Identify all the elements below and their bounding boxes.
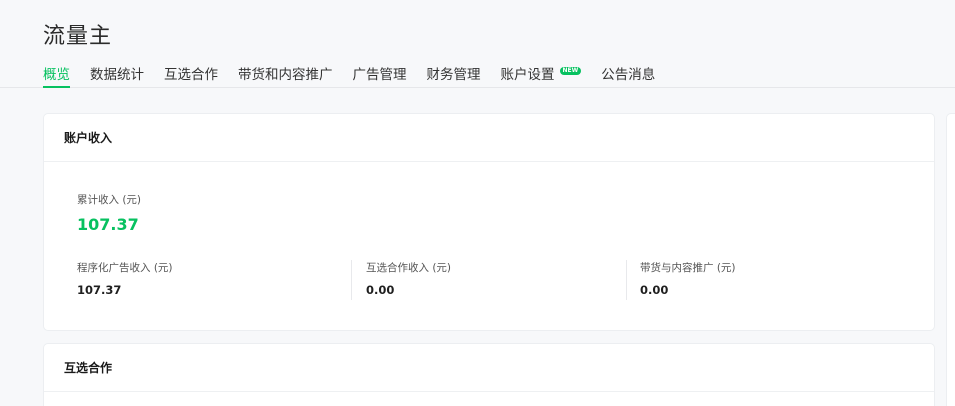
mutual-selection-card: 互选合作: [44, 344, 934, 406]
tab-label: 账户设置: [500, 67, 555, 83]
account-income-card: 账户收入 累计收入 (元) 107.37 程序化广告收入 (元) 107.37 …: [44, 114, 934, 330]
tab-finance[interactable]: 财务管理: [427, 63, 481, 88]
programmatic-ad-income: 程序化广告收入 (元) 107.37: [77, 260, 173, 300]
tab-label: 广告管理: [352, 67, 407, 83]
mutual-selection-income: 互选合作收入 (元) 0.00: [366, 260, 451, 300]
tab-label: 财务管理: [426, 67, 481, 83]
side-card: [947, 114, 955, 406]
tab-statistics[interactable]: 数据统计: [90, 63, 144, 88]
total-income-value: 107.37: [77, 215, 139, 234]
top-bar: 流量主 概览 数据统计 互选合作 带货和内容推广 广告管理 财务管理 账户设置 …: [0, 0, 955, 88]
income-label: 带货与内容推广 (元): [640, 262, 736, 274]
tab-label: 公告消息: [601, 67, 656, 83]
app-title: 流量主: [43, 24, 113, 49]
card-title: 账户收入: [44, 114, 934, 162]
tab-account-settings[interactable]: 账户设置 NEW: [501, 63, 582, 88]
divider: [626, 260, 627, 300]
tab-label: 互选合作: [164, 67, 218, 83]
tab-label: 数据统计: [90, 67, 144, 83]
tab-mutual-selection[interactable]: 互选合作: [164, 63, 218, 88]
total-income-label: 累计收入 (元): [77, 194, 142, 206]
main-tabs: 概览 数据统计 互选合作 带货和内容推广 广告管理 财务管理 账户设置 NEW …: [43, 63, 675, 88]
tab-commerce-promotion[interactable]: 带货和内容推广: [238, 63, 333, 88]
new-badge: NEW: [559, 67, 582, 75]
card-title: 互选合作: [44, 344, 934, 392]
tab-label: 带货和内容推广: [238, 67, 333, 83]
commerce-promotion-income: 带货与内容推广 (元) 0.00: [640, 260, 736, 300]
income-value: 0.00: [640, 283, 669, 297]
tab-label: 概览: [43, 67, 70, 83]
income-value: 0.00: [366, 283, 395, 297]
income-label: 程序化广告收入 (元): [77, 262, 173, 274]
divider: [351, 260, 352, 300]
income-label: 互选合作收入 (元): [366, 262, 452, 274]
tab-overview[interactable]: 概览: [43, 63, 70, 88]
income-value: 107.37: [77, 283, 122, 297]
total-income: 累计收入 (元) 107.37: [77, 192, 141, 234]
income-breakdown: 程序化广告收入 (元) 107.37 互选合作收入 (元) 0.00 带货与内容…: [77, 260, 907, 300]
tab-ad-management[interactable]: 广告管理: [353, 63, 407, 88]
tab-announcements[interactable]: 公告消息: [601, 63, 655, 88]
